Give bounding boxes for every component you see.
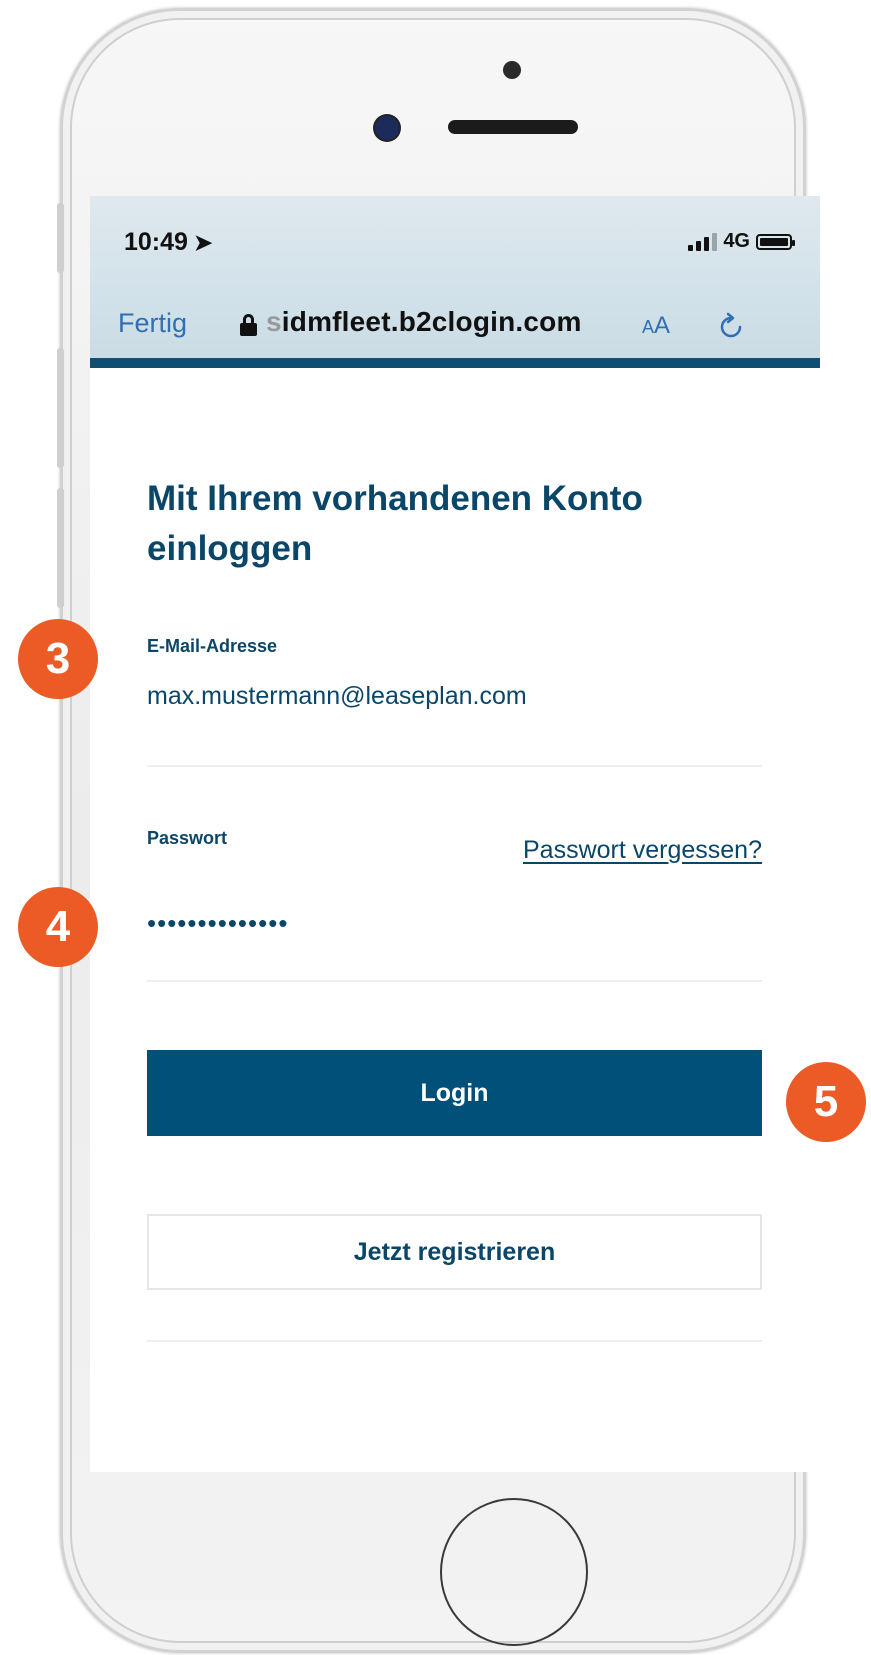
signal-strength-icon	[688, 232, 718, 251]
password-label: Passwort	[147, 828, 228, 848]
location-arrow-icon: ➤	[193, 230, 213, 255]
login-button[interactable]: Login	[147, 1050, 762, 1136]
status-time-text: 10:49	[124, 228, 188, 256]
sensor-icon	[503, 61, 521, 79]
email-field[interactable]: max.mustermann@leaseplan.com	[147, 682, 527, 711]
email-field-underline	[147, 765, 762, 767]
volume-up-button	[57, 348, 64, 468]
step-badge-3: 3	[18, 619, 98, 699]
step-badge-5: 5	[786, 1062, 866, 1142]
bottom-divider	[147, 1340, 762, 1342]
browser-url-bar: Fertig sidmfleet.b2clogin.com AA	[90, 286, 820, 368]
url-domain[interactable]: sidmfleet.b2clogin.com	[266, 306, 582, 338]
home-button[interactable]	[440, 1498, 588, 1646]
password-field[interactable]: ••••••••••••••	[147, 908, 288, 939]
done-button[interactable]: Fertig	[118, 308, 187, 339]
lock-icon	[240, 314, 257, 336]
status-time: 10:49 ➤	[124, 228, 212, 257]
status-bar: 10:49 ➤ 4G	[90, 196, 820, 286]
silent-switch	[57, 203, 64, 273]
forgot-password-link[interactable]: Passwort vergessen?	[523, 836, 762, 865]
step-badge-4: 4	[18, 887, 98, 967]
network-type: 4G	[723, 230, 750, 252]
text-size-large: A	[654, 312, 671, 339]
front-camera-icon	[375, 116, 399, 140]
page-title: Mit Ihrem vorhandenen Konto einloggen	[147, 479, 643, 568]
volume-down-button	[57, 488, 64, 608]
phone-screen: 10:49 ➤ 4G Fertig sidmfleet.b2clogin.com …	[90, 196, 820, 1472]
register-button[interactable]: Jetzt registrieren	[147, 1214, 762, 1290]
url-domain-prefix: s	[266, 306, 282, 337]
battery-icon	[756, 233, 795, 250]
status-indicators: 4G	[688, 230, 795, 253]
reload-icon[interactable]	[718, 312, 746, 340]
password-field-underline	[147, 980, 762, 982]
header-stripe	[90, 358, 820, 368]
email-label: E-Mail-Adresse	[147, 636, 278, 656]
text-size-small: A	[642, 317, 655, 337]
text-size-button[interactable]: AA	[642, 312, 670, 340]
earpiece-speaker	[448, 120, 578, 134]
url-domain-text: idmfleet.b2clogin.com	[281, 306, 582, 337]
